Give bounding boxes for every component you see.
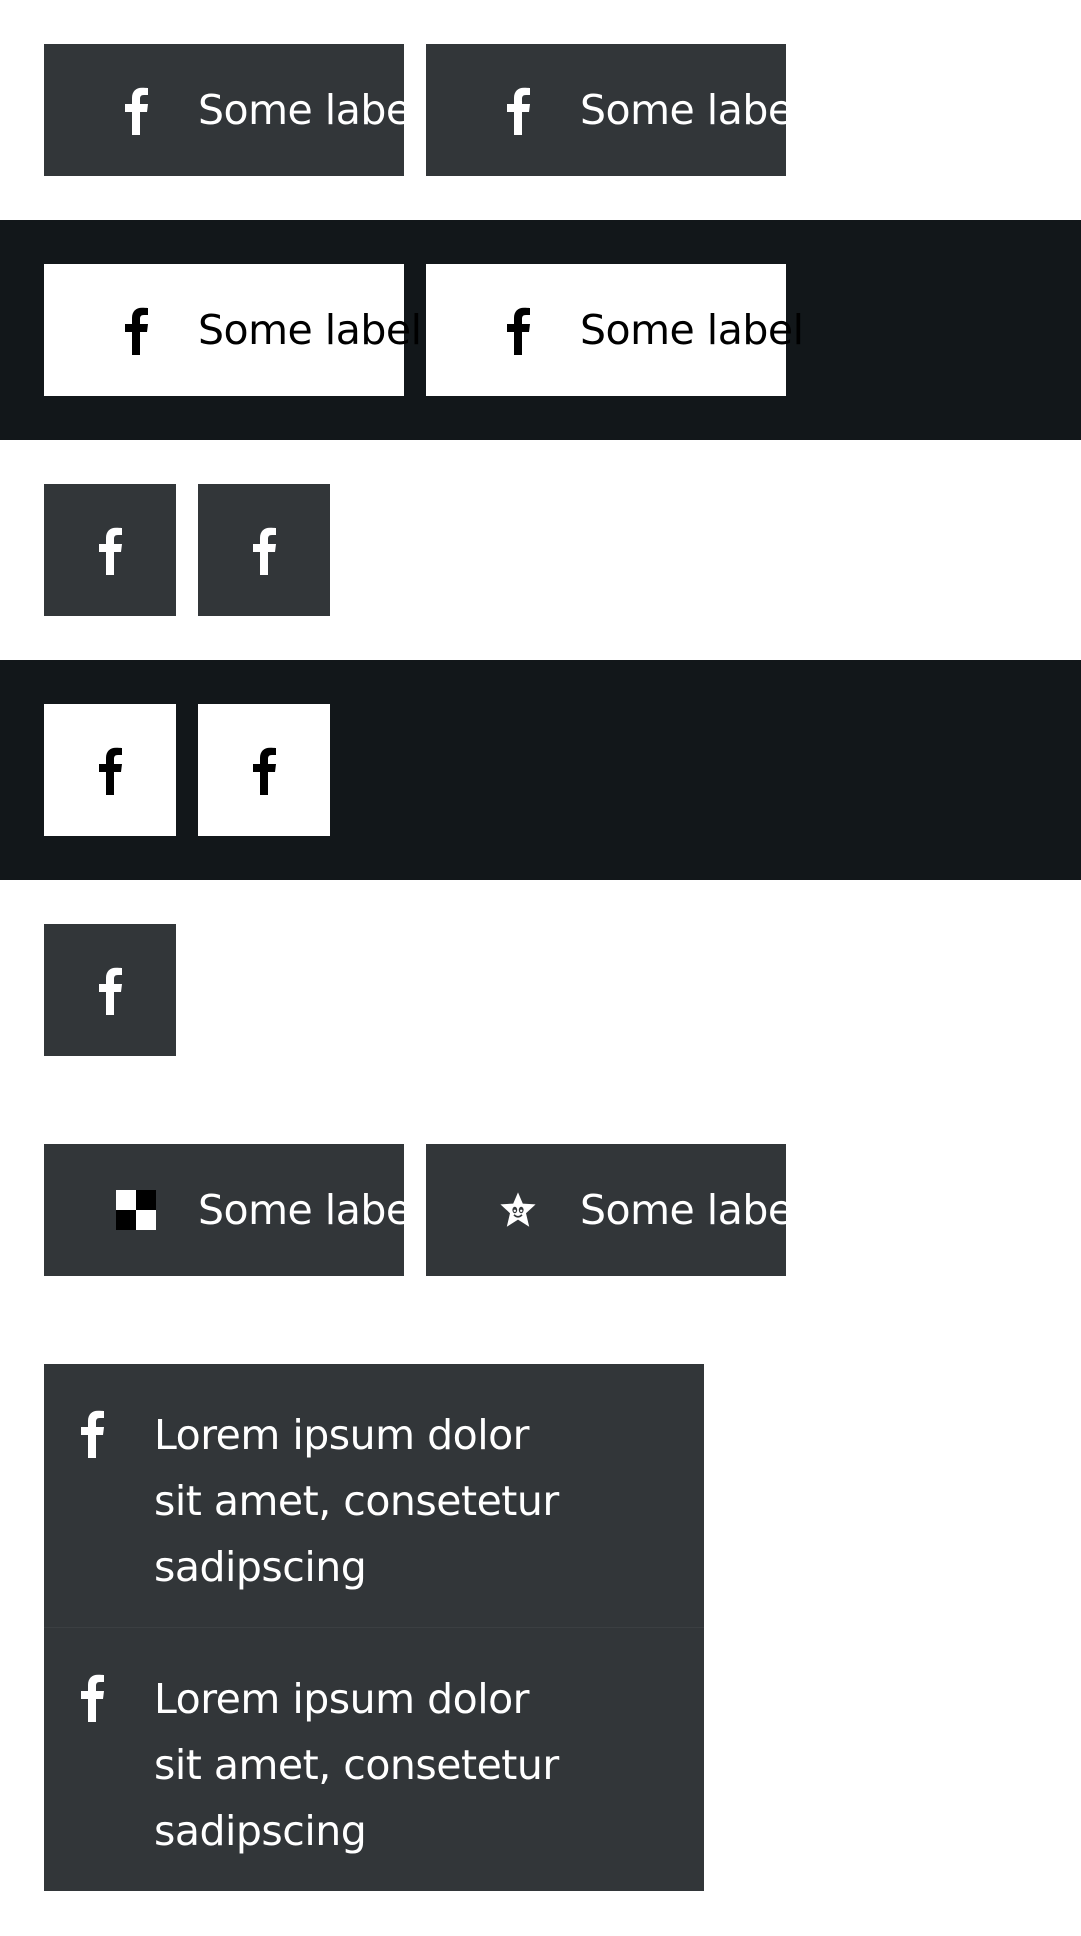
facebook-icon-button[interactable] [44,484,176,616]
row-labelled-light: Some label Some label [0,0,1081,220]
button-label: Some label [580,1186,804,1234]
facebook-icon [116,304,156,356]
facebook-icon [498,304,538,356]
facebook-icon [244,524,284,576]
facebook-share-button[interactable]: Some label [44,44,422,176]
button-label: Some label [198,1186,422,1234]
list-item[interactable]: Lorem ipsum dolor sit amet, consetetur s… [44,1627,704,1890]
facebook-icon [90,524,130,576]
facebook-icon [244,744,284,796]
checkered-button[interactable]: Some label [44,1144,422,1276]
button-label: Some label [198,306,422,354]
row-labelled-dark: Some label Some label [0,220,1081,440]
facebook-icon [72,1671,112,1723]
facebook-share-button[interactable]: Some label [426,44,804,176]
row-icon-only-light [0,440,1081,660]
facebook-icon [72,1407,112,1459]
facebook-share-button[interactable]: Some label [44,264,422,396]
button-label: Some label [580,86,804,134]
facebook-icon-button[interactable] [44,704,176,836]
facebook-icon [90,744,130,796]
row-custom-icons: Some label Some label [0,1100,1081,1320]
row-icon-only-dark [0,660,1081,880]
star-button[interactable]: Some label [426,1144,804,1276]
list-item[interactable]: Lorem ipsum dolor sit amet, consetetur s… [44,1364,704,1627]
facebook-icon-button[interactable] [198,484,330,616]
button-label: Some label [580,306,804,354]
facebook-icon-button[interactable] [198,704,330,836]
button-label: Some label [198,86,422,134]
checkered-square-icon [116,1184,156,1236]
row-single-icon [0,880,1081,1100]
facebook-icon [498,84,538,136]
link-list: Lorem ipsum dolor sit amet, consetetur s… [44,1364,704,1891]
star-face-icon [498,1184,538,1236]
facebook-icon [90,964,130,1016]
facebook-share-button[interactable]: Some label [426,264,804,396]
list-item-text: Lorem ipsum dolor sit amet, consetetur s… [154,1411,559,1591]
facebook-icon-button[interactable] [44,924,176,1056]
list-item-text: Lorem ipsum dolor sit amet, consetetur s… [154,1675,559,1855]
facebook-icon [116,84,156,136]
